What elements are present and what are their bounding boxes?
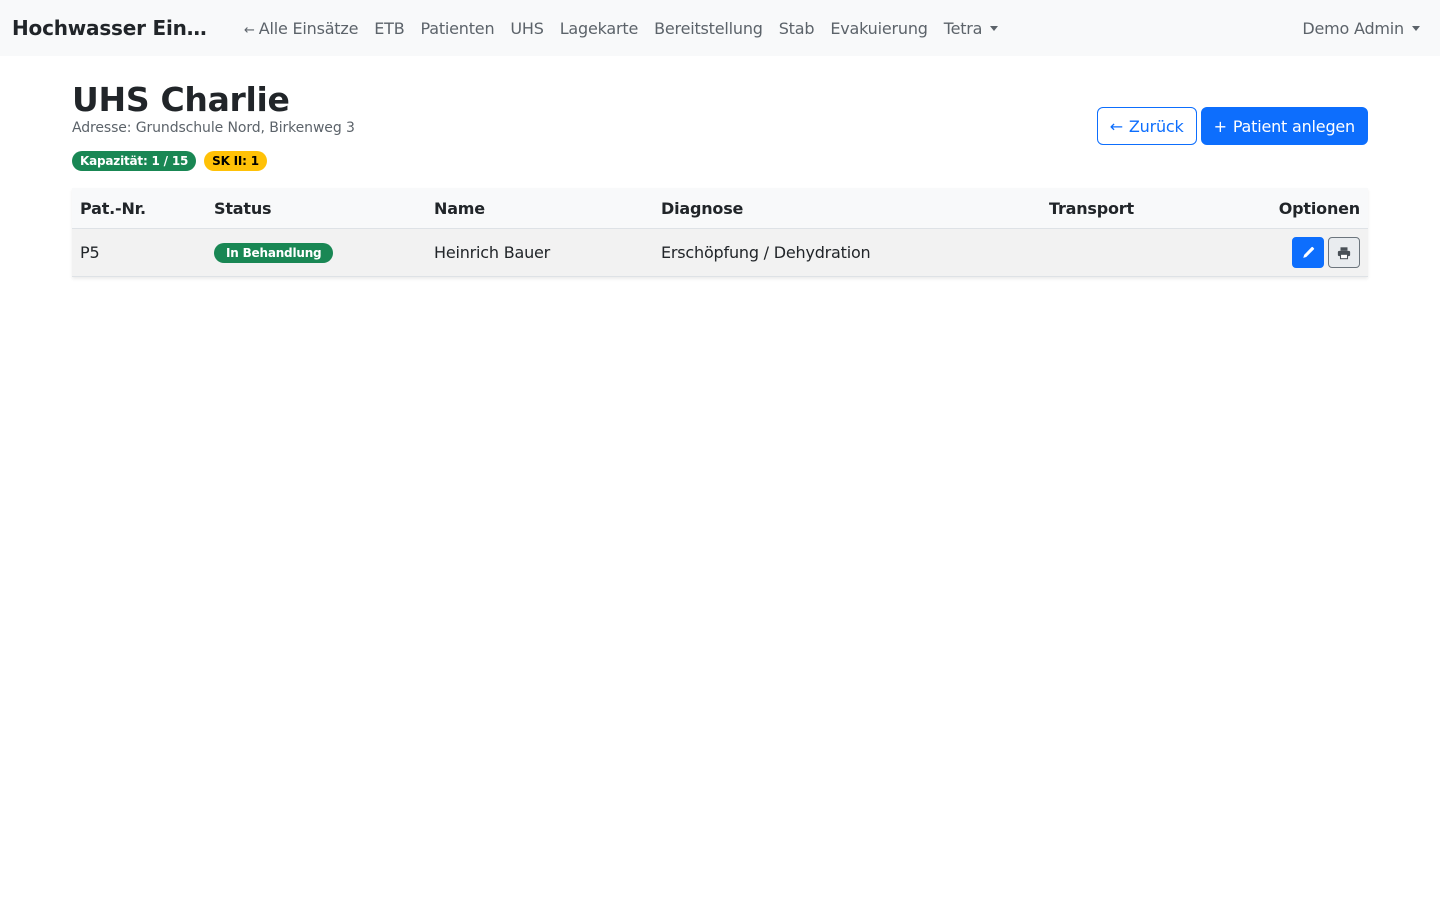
nav-link-alle-einsaetze[interactable]: ← Alle Einsätze: [236, 11, 366, 46]
status-badge: In Behandlung: [214, 243, 334, 263]
caret-down-icon: [990, 25, 999, 31]
printer-icon: [1337, 246, 1351, 259]
col-header-name: Name: [426, 188, 653, 229]
patients-table-wrapper: Pat.-Nr. Status Name Diagnose Transport …: [72, 188, 1368, 277]
cell-diagnosis: Erschöpfung / Dehydration: [653, 228, 1041, 277]
header-actions: ← Zurück + Patient anlegen: [1096, 107, 1368, 145]
nav-link-evakuierung[interactable]: Evakuierung: [822, 11, 935, 46]
nav-link-uhs[interactable]: UHS: [502, 11, 551, 46]
nav-link-etb[interactable]: ETB: [366, 11, 412, 46]
cell-status: In Behandlung: [206, 228, 426, 277]
category-badge: SK II: 1: [204, 151, 267, 171]
nav-dropdown-tetra[interactable]: Tetra: [936, 11, 1007, 46]
row-actions: [1292, 237, 1360, 268]
col-header-options: Optionen: [1221, 188, 1368, 229]
add-patient-button[interactable]: + Patient anlegen: [1200, 107, 1368, 145]
page-header: UHS Charlie Adresse: Grundschule Nord, B…: [72, 56, 1368, 188]
top-navbar: Hochwasser Einsat... ←Alle Einsätze ETB …: [0, 0, 1440, 56]
nav-link-bereitstellung[interactable]: Bereitstellung: [646, 11, 771, 46]
edit-button[interactable]: [1292, 237, 1324, 268]
plus-icon: +: [1213, 116, 1227, 136]
patients-table: Pat.-Nr. Status Name Diagnose Transport …: [72, 188, 1368, 277]
table-header-row: Pat.-Nr. Status Name Diagnose Transport …: [72, 188, 1368, 229]
user-name: Demo Admin: [1302, 18, 1404, 38]
address-text: Adresse: Grundschule Nord, Birkenweg 3: [72, 120, 355, 136]
nav-dropdown-label: Tetra: [943, 18, 983, 38]
nav-link-stab[interactable]: Stab: [771, 11, 823, 46]
back-button[interactable]: ← Zurück: [1096, 107, 1197, 145]
cell-options: [1221, 228, 1368, 277]
table-row: P5 In Behandlung Heinrich Bauer Erschöpf…: [72, 228, 1368, 277]
main-container: UHS Charlie Adresse: Grundschule Nord, B…: [72, 56, 1368, 277]
cell-transport: [1041, 228, 1221, 277]
cell-number: P5: [72, 228, 206, 277]
back-button-label: Zurück: [1128, 116, 1184, 136]
badge-group: Kapazität: 1 / 15 SK II: 1: [72, 151, 267, 171]
back-arrow-icon: ←: [244, 22, 255, 38]
print-button[interactable]: [1328, 237, 1360, 268]
main-nav: ← Alle Einsätze ETB Patienten UHS Lagekar…: [236, 11, 1006, 46]
user-menu[interactable]: Demo Admin: [1302, 0, 1420, 56]
col-header-number: Pat.-Nr.: [72, 188, 206, 229]
col-header-status: Status: [206, 188, 426, 229]
add-patient-label: Patient anlegen: [1232, 116, 1355, 136]
arrow-left-icon: ←: [1109, 116, 1123, 136]
page-title: UHS Charlie: [72, 80, 290, 119]
brand[interactable]: Hochwasser Einsat...: [12, 16, 212, 40]
nav-link-patienten[interactable]: Patienten: [413, 11, 503, 46]
col-header-diagnosis: Diagnose: [653, 188, 1041, 229]
pencil-icon: [1303, 246, 1315, 258]
nav-link-lagekarte[interactable]: Lagekarte: [552, 11, 646, 46]
col-header-transport: Transport: [1041, 188, 1221, 229]
caret-down-icon: [1412, 25, 1420, 31]
cell-name: Heinrich Bauer: [426, 228, 653, 277]
capacity-badge: Kapazität: 1 / 15: [72, 151, 197, 171]
nav-link-label: Alle Einsätze: [258, 18, 359, 38]
